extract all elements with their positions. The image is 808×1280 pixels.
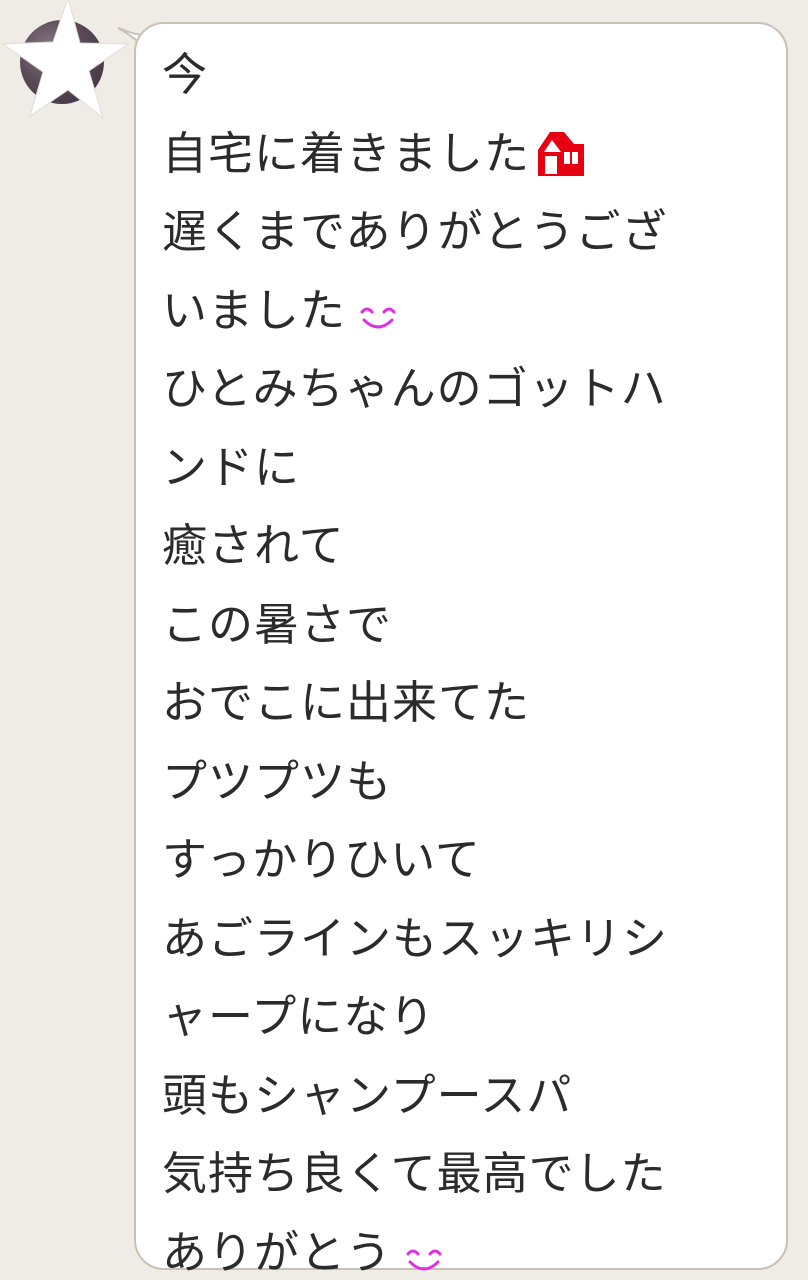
- line-text: いました: [162, 283, 347, 337]
- chat-screen: 今 自宅に着きました 遅くまでありがとうござ いました ひとみちゃんのゴットハ …: [0, 0, 808, 1280]
- line-text: この暑さで: [162, 597, 393, 651]
- smile-icon: [406, 1249, 442, 1270]
- message-line: 今: [162, 36, 762, 115]
- line-text: プツプツも: [162, 754, 393, 808]
- line-text: おでこに出来てた: [162, 676, 531, 729]
- message-line: すっかりひいて: [162, 821, 762, 900]
- message-line: ンドに: [162, 429, 762, 508]
- line-text: 癒されて: [162, 519, 345, 572]
- message-line: あごラインもスッキリシ: [162, 900, 762, 979]
- line-text: 自宅に着きました: [162, 126, 531, 180]
- message-line: 自宅に着きました: [162, 115, 762, 194]
- message-line: 遅くまでありがとうござ: [162, 193, 762, 272]
- message-line: 癒されて: [162, 507, 762, 586]
- line-text: ひとみちゃんのゴットハ: [162, 362, 667, 415]
- line-text: ンドに: [162, 440, 301, 494]
- message-line: ひとみちゃんのゴットハ: [162, 350, 762, 429]
- smile-icon: [360, 307, 396, 328]
- message-line: 気持ち良くて最高でした: [162, 1135, 762, 1214]
- line-text: ャープになり: [162, 990, 436, 1043]
- line-text: ありがとう: [162, 1225, 393, 1279]
- line-text: すっかりひいて: [162, 833, 481, 886]
- message-text: 今 自宅に着きました 遅くまでありがとうござ いました ひとみちゃんのゴットハ …: [162, 36, 762, 1280]
- line-text: あごラインもスッキリシ: [162, 911, 669, 965]
- message-line: プツプツも: [162, 743, 762, 822]
- house-icon: [538, 131, 585, 176]
- message-line: いました: [162, 272, 762, 351]
- message-line: ャープになり: [162, 978, 762, 1057]
- message-line: ありがとう: [162, 1214, 762, 1280]
- line-text: 今: [162, 48, 209, 101]
- message-line: この暑さで: [162, 586, 762, 665]
- line-text: 頭もシャンプースパ: [162, 1068, 573, 1122]
- star-icon: [1, 0, 130, 120]
- message-line: 頭もシャンプースパ: [162, 1057, 762, 1136]
- message-line: おでこに出来てた: [162, 664, 762, 743]
- line-text: 遅くまでありがとうござ: [162, 205, 668, 258]
- line-text: 気持ち良くて最高でした: [162, 1147, 667, 1200]
